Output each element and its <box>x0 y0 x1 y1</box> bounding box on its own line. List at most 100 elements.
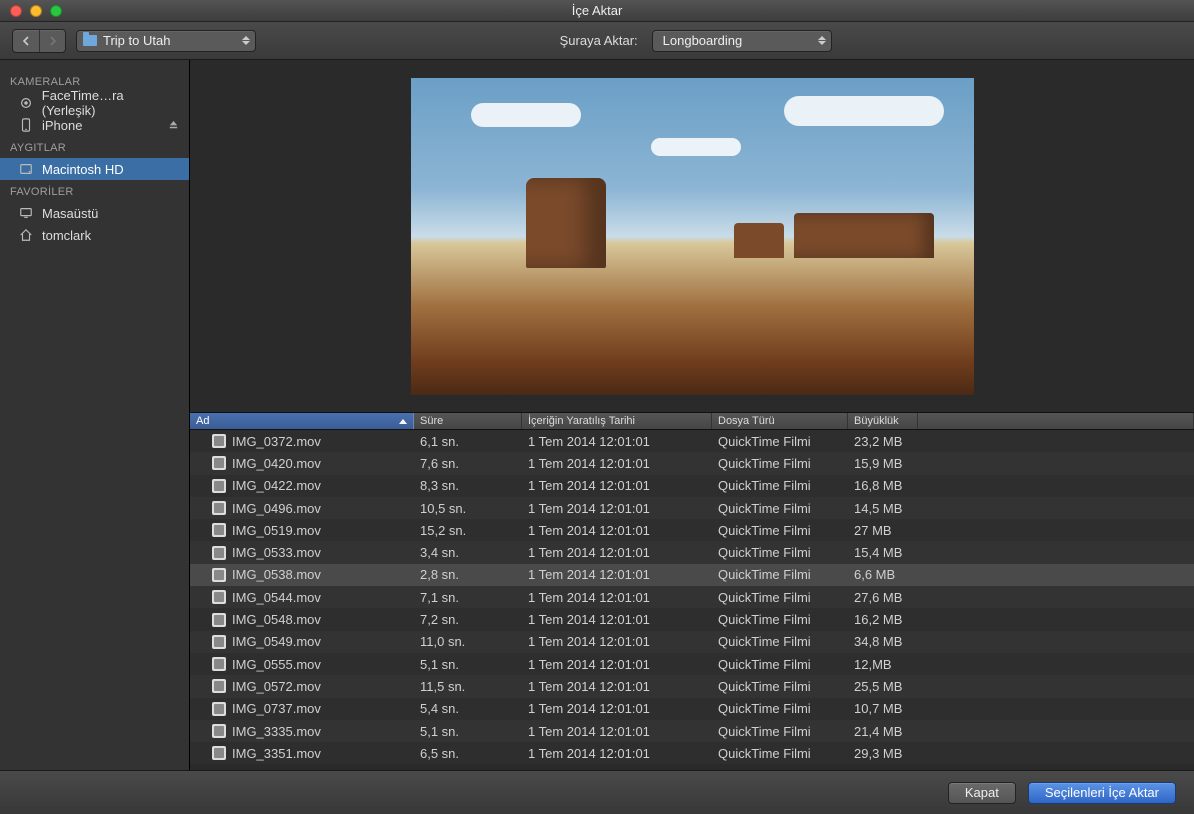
table-row[interactable]: IMG_0555.mov5,1 sn.1 Tem 2014 12:01:01Qu… <box>190 653 1194 675</box>
preview-area <box>190 60 1194 412</box>
cell-duration: 5,4 sn. <box>414 701 522 716</box>
cell-duration: 6,5 sn. <box>414 746 522 761</box>
file-name: IMG_0422.mov <box>232 478 321 493</box>
nav-forward-button[interactable] <box>39 30 65 52</box>
cell-creation-date: 1 Tem 2014 12:01:01 <box>522 567 712 582</box>
destination-dropdown[interactable]: Longboarding <box>652 30 832 52</box>
minimize-window-button[interactable] <box>30 5 42 17</box>
movie-file-icon <box>212 613 226 627</box>
cell-name: IMG_3335.mov <box>190 724 414 739</box>
file-name: IMG_0496.mov <box>232 501 321 516</box>
cell-file-type: QuickTime Filmi <box>712 545 848 560</box>
cell-duration: 11,0 sn. <box>414 634 522 649</box>
file-name: IMG_0519.mov <box>232 523 321 538</box>
sidebar-item[interactable]: Macintosh HD <box>0 158 189 180</box>
cell-duration: 3,4 sn. <box>414 545 522 560</box>
column-header-name[interactable]: Ad <box>190 413 414 429</box>
table-row[interactable]: IMG_0422.mov8,3 sn.1 Tem 2014 12:01:01Qu… <box>190 475 1194 497</box>
cell-file-type: QuickTime Filmi <box>712 634 848 649</box>
cell-file-type: QuickTime Filmi <box>712 679 848 694</box>
sidebar-item[interactable]: FaceTime…ra (Yerleşik) <box>0 92 189 114</box>
cell-file-type: QuickTime Filmi <box>712 701 848 716</box>
table-header: Ad Süre İçeriğin Yaratılış Tarihi Dosya … <box>190 412 1194 430</box>
movie-file-icon <box>212 724 226 738</box>
close-button[interactable]: Kapat <box>948 782 1016 804</box>
movie-file-icon <box>212 546 226 560</box>
table-row[interactable]: IMG_0519.mov15,2 sn.1 Tem 2014 12:01:01Q… <box>190 519 1194 541</box>
movie-file-icon <box>212 479 226 493</box>
table-row[interactable]: IMG_0549.mov11,0 sn.1 Tem 2014 12:01:01Q… <box>190 631 1194 653</box>
movie-file-icon <box>212 657 226 671</box>
table-row[interactable]: IMG_0737.mov5,4 sn.1 Tem 2014 12:01:01Qu… <box>190 698 1194 720</box>
column-header-duration[interactable]: Süre <box>414 413 522 429</box>
cell-name: IMG_0538.mov <box>190 567 414 582</box>
nav-back-button[interactable] <box>13 30 39 52</box>
cell-size: 15,4 MB <box>848 545 918 560</box>
table-row[interactable]: IMG_0533.mov3,4 sn.1 Tem 2014 12:01:01Qu… <box>190 541 1194 563</box>
file-table: Ad Süre İçeriğin Yaratılış Tarihi Dosya … <box>190 412 1194 770</box>
zoom-window-button[interactable] <box>50 5 62 17</box>
close-window-button[interactable] <box>10 5 22 17</box>
cell-file-type: QuickTime Filmi <box>712 612 848 627</box>
desktop-icon <box>18 206 34 220</box>
table-body[interactable]: IMG_0372.mov6,1 sn.1 Tem 2014 12:01:01Qu… <box>190 430 1194 770</box>
table-row[interactable]: IMG_0420.mov7,6 sn.1 Tem 2014 12:01:01Qu… <box>190 452 1194 474</box>
column-header-size[interactable]: Büyüklük <box>848 413 918 429</box>
column-header-creation-date[interactable]: İçeriğin Yaratılış Tarihi <box>522 413 712 429</box>
table-row[interactable]: IMG_0548.mov7,2 sn.1 Tem 2014 12:01:01Qu… <box>190 608 1194 630</box>
cell-name: IMG_0519.mov <box>190 523 414 538</box>
folder-path-label: Trip to Utah <box>103 33 170 48</box>
cell-size: 16,2 MB <box>848 612 918 627</box>
cell-file-type: QuickTime Filmi <box>712 501 848 516</box>
sidebar-item[interactable]: Masaüstü <box>0 202 189 224</box>
sidebar-item[interactable]: tomclark <box>0 224 189 246</box>
file-name: IMG_0555.mov <box>232 657 321 672</box>
movie-file-icon <box>212 635 226 649</box>
cell-size: 14,5 MB <box>848 501 918 516</box>
cell-duration: 5,1 sn. <box>414 724 522 739</box>
folder-path-dropdown[interactable]: Trip to Utah <box>76 30 256 52</box>
table-row[interactable]: IMG_0544.mov7,1 sn.1 Tem 2014 12:01:01Qu… <box>190 586 1194 608</box>
cell-file-type: QuickTime Filmi <box>712 456 848 471</box>
nav-back-forward <box>12 29 66 53</box>
phone-icon <box>18 118 34 132</box>
cell-size: 25,5 MB <box>848 679 918 694</box>
table-row[interactable]: IMG_0496.mov10,5 sn.1 Tem 2014 12:01:01Q… <box>190 497 1194 519</box>
table-row[interactable]: IMG_3351.mov6,5 sn.1 Tem 2014 12:01:01Qu… <box>190 742 1194 764</box>
cell-file-type: QuickTime Filmi <box>712 590 848 605</box>
cell-file-type: QuickTime Filmi <box>712 523 848 538</box>
preview-thumbnail[interactable] <box>411 78 974 395</box>
cell-creation-date: 1 Tem 2014 12:01:01 <box>522 724 712 739</box>
cell-name: IMG_0548.mov <box>190 612 414 627</box>
dialog-footer: Kapat Seçilenleri İçe Aktar <box>0 770 1194 814</box>
movie-file-icon <box>212 679 226 693</box>
window-titlebar: İçe Aktar <box>0 0 1194 22</box>
file-name: IMG_0548.mov <box>232 612 321 627</box>
table-row[interactable]: IMG_0572.mov11,5 sn.1 Tem 2014 12:01:01Q… <box>190 675 1194 697</box>
import-selected-button[interactable]: Seçilenleri İçe Aktar <box>1028 782 1176 804</box>
cell-duration: 2,8 sn. <box>414 567 522 582</box>
table-row[interactable]: IMG_0372.mov6,1 sn.1 Tem 2014 12:01:01Qu… <box>190 430 1194 452</box>
eject-icon[interactable] <box>168 118 179 133</box>
sidebar-item-label: iPhone <box>42 118 82 133</box>
cell-size: 10,7 MB <box>848 701 918 716</box>
dropdown-arrows-icon <box>817 36 827 45</box>
hdd-icon <box>18 162 34 176</box>
content-area: Ad Süre İçeriğin Yaratılış Tarihi Dosya … <box>190 60 1194 770</box>
cell-name: IMG_0572.mov <box>190 679 414 694</box>
cell-duration: 11,5 sn. <box>414 679 522 694</box>
cell-name: IMG_0496.mov <box>190 501 414 516</box>
file-name: IMG_3335.mov <box>232 724 321 739</box>
cell-name: IMG_3351.mov <box>190 746 414 761</box>
cell-size: 29,3 MB <box>848 746 918 761</box>
table-row[interactable]: IMG_3335.mov5,1 sn.1 Tem 2014 12:01:01Qu… <box>190 720 1194 742</box>
table-row[interactable]: IMG_0538.mov2,8 sn.1 Tem 2014 12:01:01Qu… <box>190 564 1194 586</box>
window-controls <box>0 5 62 17</box>
cell-file-type: QuickTime Filmi <box>712 746 848 761</box>
movie-file-icon <box>212 501 226 515</box>
cell-creation-date: 1 Tem 2014 12:01:01 <box>522 746 712 761</box>
cell-size: 6,6 MB <box>848 567 918 582</box>
cell-size: 16,8 MB <box>848 478 918 493</box>
cell-name: IMG_0422.mov <box>190 478 414 493</box>
column-header-file-type[interactable]: Dosya Türü <box>712 413 848 429</box>
